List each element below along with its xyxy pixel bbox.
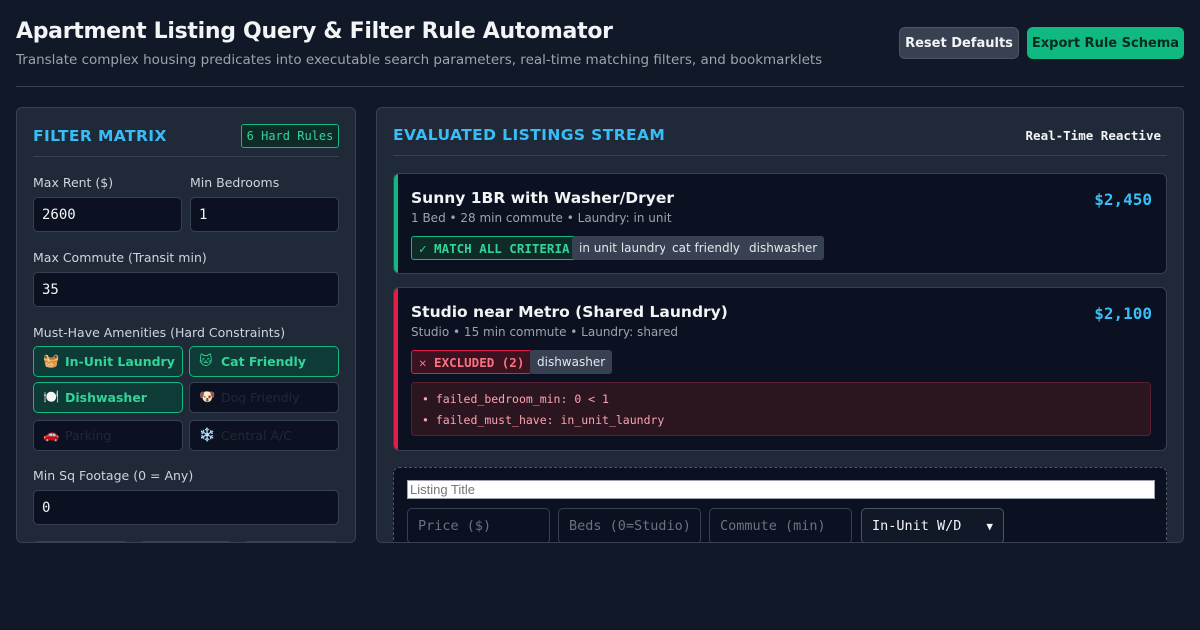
chevron-down-icon: ▼ bbox=[986, 519, 993, 533]
app-subtitle: Translate complex housing predicates int… bbox=[16, 52, 823, 68]
filter-matrix-panel: FILTER MATRIX 6 Hard Rules Max Rent ($) … bbox=[16, 107, 356, 543]
amenity-toggle-dog-friendly[interactable]: 🐶 Dog Friendly bbox=[189, 382, 339, 413]
amenity-tag: dishwasher bbox=[530, 350, 613, 374]
listing-title-input[interactable] bbox=[407, 480, 1155, 499]
amenities-label: Must-Have Amenities (Hard Constraints) bbox=[33, 325, 286, 340]
min-bedrooms-input[interactable]: 1 bbox=[190, 197, 339, 232]
panel-divider bbox=[393, 155, 1167, 156]
amenity-tag: dishwasher bbox=[742, 236, 825, 260]
min-sqft-input[interactable]: 0 bbox=[33, 490, 339, 525]
export-rule-schema-button[interactable]: Export Rule Schema bbox=[1027, 27, 1184, 59]
cutoff-control[interactable] bbox=[33, 541, 129, 542]
cat-icon: 🐱 bbox=[199, 354, 213, 369]
panel-divider bbox=[33, 156, 339, 157]
failure-reason: • failed_must_have: in_unit_laundry bbox=[422, 413, 665, 427]
listing-price: $2,450 bbox=[1094, 190, 1152, 209]
status-badge: ✕ EXCLUDED (2) bbox=[411, 350, 533, 374]
max-commute-input[interactable]: 35 bbox=[33, 272, 339, 307]
amenity-label: Parking bbox=[65, 428, 112, 443]
plate-icon: 🍽️ bbox=[43, 390, 60, 405]
failure-reasons-box: • failed_bedroom_min: 0 < 1 • failed_mus… bbox=[411, 382, 1151, 436]
snowflake-icon: ❄️ bbox=[199, 428, 216, 443]
amenity-label: Cat Friendly bbox=[221, 354, 306, 369]
listing-meta: Studio • 15 min commute • Laundry: share… bbox=[411, 325, 678, 339]
stream-mode-label: Real-Time Reactive bbox=[1025, 128, 1161, 143]
amenity-tag: in unit laundry bbox=[572, 236, 674, 260]
amenity-toggle-dishwasher[interactable]: 🍽️ Dishwasher bbox=[33, 382, 183, 413]
amenity-toggle-in-unit-laundry[interactable]: 🧺 In-Unit Laundry bbox=[33, 346, 183, 377]
dog-icon: 🐶 bbox=[199, 390, 216, 405]
min-bedrooms-label: Min Bedrooms bbox=[190, 175, 280, 190]
max-commute-label: Max Commute (Transit min) bbox=[33, 250, 207, 265]
amenity-toggle-cat-friendly[interactable]: 🐱 Cat Friendly bbox=[189, 346, 339, 377]
beds-input[interactable]: Beds (0=Studio) bbox=[558, 508, 701, 542]
commute-input[interactable]: Commute (min) bbox=[709, 508, 852, 542]
header-divider bbox=[16, 86, 1184, 87]
listings-stream-heading: EVALUATED LISTINGS STREAM bbox=[393, 126, 666, 144]
laundry-select[interactable]: In-Unit W/D ▼ bbox=[861, 508, 1004, 542]
listing-card-excluded[interactable]: Studio near Metro (Shared Laundry) Studi… bbox=[393, 287, 1167, 451]
amenity-label: Central A/C bbox=[221, 428, 292, 443]
listing-title: Sunny 1BR with Washer/Dryer bbox=[411, 189, 675, 207]
amenity-toggle-central-ac[interactable]: ❄️ Central A/C bbox=[189, 420, 339, 451]
listing-title: Studio near Metro (Shared Laundry) bbox=[411, 303, 728, 321]
listing-price: $2,100 bbox=[1094, 304, 1152, 323]
laundry-basket-icon: 🧺 bbox=[43, 354, 60, 369]
max-rent-label: Max Rent ($) bbox=[33, 175, 114, 190]
car-icon: 🚗 bbox=[43, 428, 60, 443]
listing-composer: Price ($) Beds (0=Studio) Commute (min) … bbox=[393, 467, 1167, 542]
listing-card-match[interactable]: Sunny 1BR with Washer/Dryer 1 Bed • 28 m… bbox=[393, 173, 1167, 274]
max-rent-input[interactable]: 2600 bbox=[33, 197, 182, 232]
listings-stream-panel: EVALUATED LISTINGS STREAM Real-Time Reac… bbox=[376, 107, 1184, 543]
app-title: Apartment Listing Query & Filter Rule Au… bbox=[16, 19, 613, 44]
cutoff-control[interactable] bbox=[243, 541, 339, 542]
amenity-label: In-Unit Laundry bbox=[65, 354, 175, 369]
laundry-select-value: In-Unit W/D bbox=[872, 518, 962, 534]
amenity-label: Dog Friendly bbox=[221, 390, 300, 405]
listing-meta: 1 Bed • 28 min commute • Laundry: in uni… bbox=[411, 211, 672, 225]
cutoff-control[interactable] bbox=[139, 541, 233, 542]
amenity-toggle-parking[interactable]: 🚗 Parking bbox=[33, 420, 183, 451]
min-sqft-label: Min Sq Footage (0 = Any) bbox=[33, 468, 194, 483]
price-input[interactable]: Price ($) bbox=[407, 508, 550, 542]
status-badge: ✓ MATCH ALL CRITERIA bbox=[411, 236, 578, 260]
hard-rules-badge: 6 Hard Rules bbox=[241, 124, 339, 148]
failure-reason: • failed_bedroom_min: 0 < 1 bbox=[422, 392, 609, 406]
amenity-label: Dishwasher bbox=[65, 390, 147, 405]
reset-defaults-button[interactable]: Reset Defaults bbox=[899, 27, 1019, 59]
amenity-tag: cat friendly bbox=[665, 236, 748, 260]
filter-matrix-heading: FILTER MATRIX bbox=[33, 127, 167, 145]
